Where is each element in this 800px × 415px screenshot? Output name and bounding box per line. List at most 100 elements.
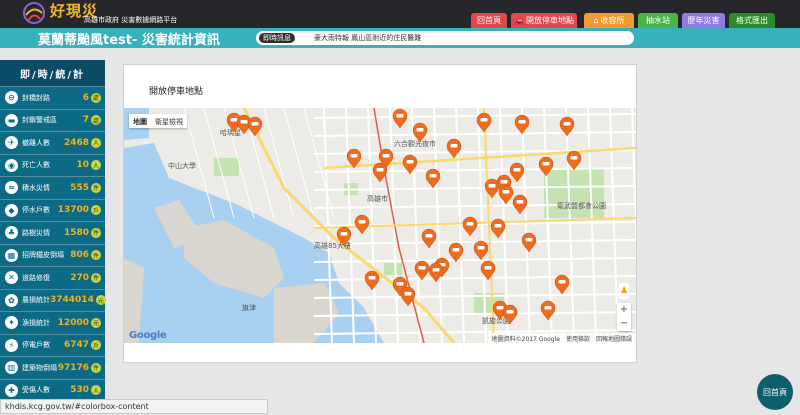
nav-button-label: 抽水站 (646, 16, 670, 25)
stat-label: 路樹災情 (22, 228, 50, 237)
nav-button-2[interactable]: ⌂ 收容所 (584, 13, 634, 28)
map-place-label: 六合觀光夜市 (394, 139, 436, 148)
nav-button-0[interactable]: 回首頁 (471, 13, 507, 28)
stat-unit: 件 (91, 362, 101, 373)
car-icon: 🚗 (514, 16, 524, 25)
evacuate-icon: ✈ (5, 136, 18, 150)
stat-unit: 戶 (91, 205, 101, 216)
road-icon: ⊖ (5, 91, 18, 105)
stat-unit: 處 (91, 115, 101, 126)
map-place-label: 中山大學 (168, 161, 196, 170)
title-bar: 莫蘭蒂颱風test- 災害統計資訊 即時訊息 豪大雨特報 鳳山區附近的住民醫難 (0, 28, 800, 48)
stat-value: 806 (70, 250, 89, 261)
stat-row[interactable]: ▬ 封鎖警戒區 7 處 (0, 110, 105, 132)
injury-icon: ✚ (5, 383, 18, 397)
stat-label: 受傷人數 (22, 386, 50, 395)
stat-unit: 人 (91, 137, 101, 148)
repair-icon: ✕ (5, 271, 18, 285)
nav-button-1[interactable]: 🚗 開放停車地點 (511, 13, 577, 28)
stat-unit: 人 (91, 160, 101, 171)
power-icon: ⚡ (5, 338, 18, 352)
stat-value: 13700 (57, 205, 89, 216)
nav-button-3[interactable]: 抽水站 (638, 13, 678, 28)
fish-icon: ✦ (5, 316, 18, 330)
sidebar-heading: 即/時/統/計 (0, 60, 105, 87)
barrier-icon: ▬ (5, 113, 18, 127)
stat-label: 建築物倒塌 (22, 363, 57, 372)
ticker-label: 即時訊息 (259, 33, 295, 43)
stat-unit: 件 (91, 227, 101, 238)
map-canvas[interactable]: 高雄85大樓凱旋公園衛武營都會公園高雄市六合觀光夜市中山大學哈瑪星旗津 (124, 108, 636, 343)
site-logo[interactable]: 好現災 高雄市政府 災害數據網路平台 (22, 1, 187, 27)
nav-button-label: 歷年災害 (687, 16, 720, 25)
map-footer: 地圖資料©2017 Google 使用條款 回報地圖錯誤 (487, 333, 636, 343)
stat-value: 7 (82, 115, 89, 126)
stat-value: 6747 (63, 340, 89, 351)
water-icon: ◆ (5, 203, 18, 217)
ticker-text[interactable]: 豪大雨特報 鳳山區附近的住民醫難 (314, 33, 421, 43)
stat-label: 道路修復 (22, 273, 50, 282)
stat-value: 6 (82, 92, 89, 103)
report-error-link[interactable]: 回報地圖錯誤 (596, 334, 632, 343)
stat-row[interactable]: ⚡ 停電戶數 6747 戶 (0, 335, 105, 357)
stat-label: 停電戶數 (22, 341, 50, 350)
stat-row[interactable]: ✿ 農損統計 3744014 元 (0, 290, 106, 312)
nav-button-label: 回首頁 (477, 16, 501, 25)
stat-row[interactable]: ≈ 積水災情 555 件 (0, 177, 105, 200)
zoom-out-button[interactable]: − (617, 317, 631, 331)
stat-value: 555 (70, 182, 89, 193)
stat-row[interactable]: ▦ 招牌鐵皮倒塌 806 件 (0, 245, 105, 267)
card-title: 開放停車地點 (149, 87, 204, 97)
stat-value: 270 (70, 272, 89, 283)
map-place-label: 衛武營都會公園 (557, 201, 606, 210)
stat-label: 招牌鐵皮倒塌 (22, 251, 64, 260)
nav-button-4[interactable]: 歷年災害 (682, 13, 725, 28)
stat-label: 農損統計 (22, 296, 50, 305)
map-type-roadmap[interactable]: 地圖 (129, 114, 151, 128)
camera-icon: ◉ (5, 158, 18, 172)
logo-emblem-icon (23, 2, 45, 24)
stat-label: 死亡人數 (22, 161, 50, 170)
home-button[interactable]: 回首頁 (757, 374, 793, 410)
terms-link[interactable]: 使用條款 (566, 334, 590, 343)
stat-label: 封橋封路 (22, 93, 50, 102)
stat-value: 2468 (63, 137, 89, 148)
stat-label: 積水災情 (22, 183, 50, 192)
stat-unit: 件 (91, 182, 101, 193)
stat-label: 撤離人數 (22, 138, 50, 147)
stat-unit: 戶 (91, 340, 101, 351)
nav-button-label: 收容所 (600, 16, 625, 25)
top-bar: 好現災 高雄市政府 災害數據網路平台 回首頁 🚗 開放停車地點 ⌂ 收容所 抽水站 歷年災害… (0, 0, 800, 28)
google-logo: Google (129, 330, 167, 341)
stat-row[interactable]: ◆ 停水戶數 13700 戶 (0, 200, 105, 222)
stat-row[interactable]: ⊖ 封橋封路 6 處 (0, 87, 105, 110)
zoom-control: + − (617, 303, 631, 331)
nav-button-label: 開放停車地點 (525, 16, 574, 25)
street-view-pegman-icon[interactable]: ♟ (619, 283, 629, 299)
map-view[interactable]: 高雄85大樓 凱旋公園 衛武營都會公園 高雄市 六合觀光夜市 中山大學 哈瑪星 旗津 地圖 衛… (124, 108, 636, 343)
map-type-toggle: 地圖 衛星檢視 (129, 114, 187, 128)
farm-icon: ✿ (5, 293, 18, 307)
stat-value: 10 (76, 160, 89, 171)
stat-unit: 元 (95, 295, 106, 306)
stat-row[interactable]: ♣ 路樹災情 1580 件 (0, 222, 105, 245)
stat-row[interactable]: ✈ 撤離人數 2468 人 (0, 132, 105, 155)
stat-row[interactable]: ▥ 建築物倒塌 97176 件 (0, 357, 105, 380)
page-title: 莫蘭蒂颱風test- 災害統計資訊 (38, 33, 220, 48)
logo-subtitle: 高雄市政府 災害數據網路平台 (84, 16, 178, 24)
tree-icon: ♣ (5, 226, 18, 240)
map-place-label: 哈瑪星 (220, 128, 241, 137)
stat-row[interactable]: ✕ 道路修復 270 件 (0, 267, 105, 290)
stats-sidebar: 即/時/統/計 ⊖ 封橋封路 6 處 ▬ 封鎖警戒區 7 處 ✈ 撤離人數 2468 人 ◉ 死亡人數 10… (0, 60, 106, 402)
stats-list: ⊖ 封橋封路 6 處 ▬ 封鎖警戒區 7 處 ✈ 撤離人數 2468 人 ◉ 死亡人數 10 人 ≈ 積水災情 55… (0, 87, 106, 402)
stat-row[interactable]: ✦ 漁損統計 12000 元 (0, 312, 105, 335)
nav-button-5[interactable]: 格式匯出 (729, 13, 775, 28)
stat-value: 97176 (57, 362, 89, 373)
map-place-label: 旗津 (242, 303, 256, 312)
map-attribution: 地圖資料©2017 Google (491, 336, 560, 343)
map-type-satellite[interactable]: 衛星檢視 (151, 114, 187, 128)
stat-row[interactable]: ◉ 死亡人數 10 人 (0, 155, 105, 177)
stat-label: 封鎖警戒區 (22, 116, 57, 125)
sign-icon: ▦ (5, 248, 18, 262)
zoom-in-button[interactable]: + (617, 303, 631, 317)
